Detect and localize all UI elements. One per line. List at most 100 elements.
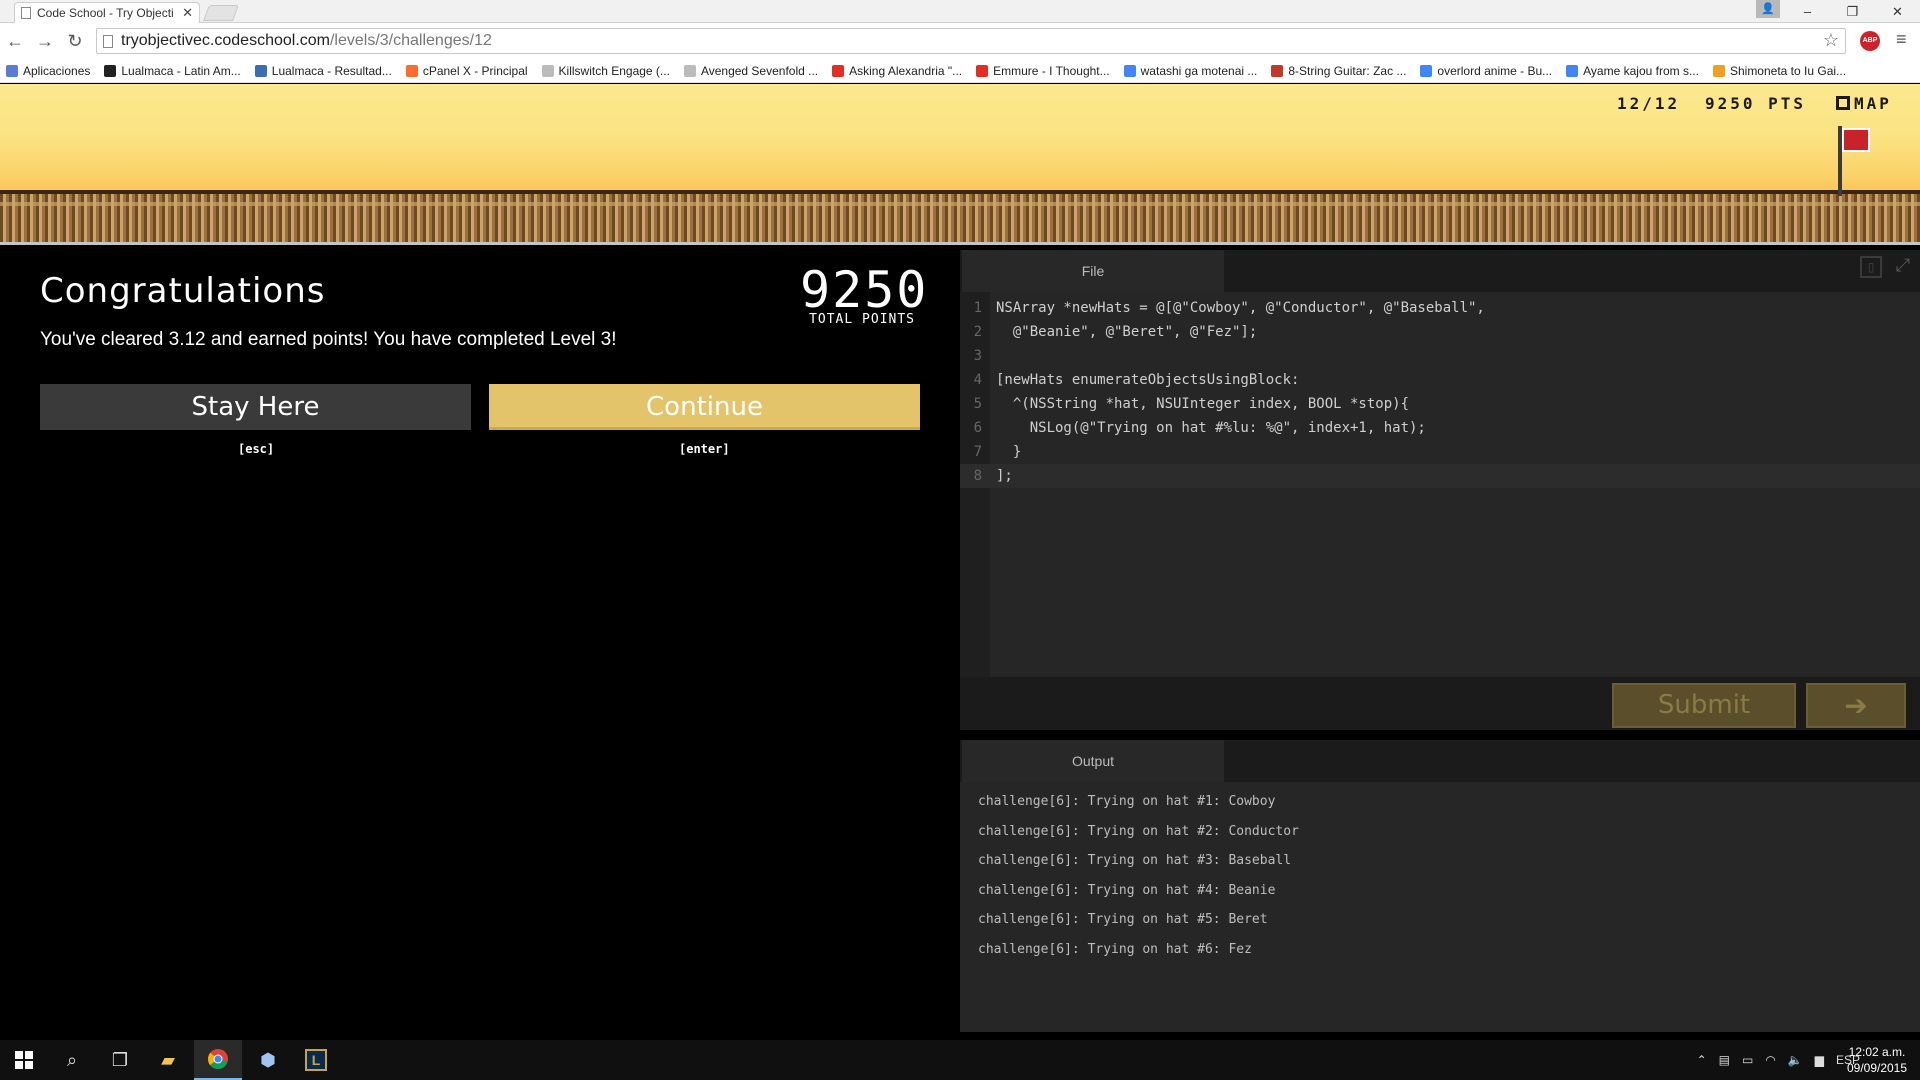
bookmark-item[interactable]: watashi ga motenai ... (1123, 64, 1257, 78)
bookmark-label: Ayame kajou from s... (1583, 63, 1699, 78)
notification-icon[interactable]: ▆ (1815, 1053, 1824, 1067)
bookmark-star-icon[interactable]: ☆ (1823, 30, 1839, 51)
result-panel: Congratulations You've cleared 3.12 and … (0, 245, 960, 1040)
clock-time: 12:02 a.m. (1848, 1045, 1906, 1059)
code-line[interactable]: 5 ^(NSString *hat, NSUInteger index, BOO… (960, 392, 1920, 416)
address-bar[interactable]: tryobjectivec.codeschool.com/levels/3/ch… (96, 28, 1846, 54)
volume-icon[interactable]: 🔈 (1788, 1053, 1803, 1067)
code-text: } (996, 444, 1022, 460)
url-path: /levels/3/challenges/12 (329, 32, 492, 49)
chrome-logo-icon (208, 1049, 228, 1069)
bookmark-label: Lualmaca - Resultad... (271, 63, 392, 78)
bookmark-item[interactable]: Avenged Sevenfold ... (683, 63, 819, 78)
browser-tab-strip: Code School - Try Objecti ✕ 👤 – ❐ ✕ (0, 0, 1920, 23)
bookmark-item[interactable]: Lualmaca - Latin Am... (104, 63, 241, 78)
bookmark-item[interactable]: Shimoneta to Iu Gai... (1712, 64, 1846, 78)
restore-button[interactable]: ❐ (1830, 4, 1875, 20)
bookmark-favicon-icon (976, 64, 989, 77)
clock[interactable]: 12:02 a.m. 09/09/2015 (1842, 1044, 1912, 1076)
continue-button[interactable]: Continue (489, 384, 920, 430)
bookmark-item[interactable]: Asking Alexandria "... (832, 64, 962, 78)
menu-icon[interactable]: ≡ (1896, 29, 1907, 50)
bookmark-item[interactable]: overlord anime - Bu... (1420, 64, 1552, 78)
start-button[interactable] (0, 1040, 48, 1080)
bookmark-favicon-icon (6, 64, 18, 77)
bookmark-label: Lualmaca - Latin Am... (121, 63, 241, 78)
submit-button[interactable]: Submit (1612, 683, 1796, 728)
search-icon[interactable]: ⌕ (48, 1040, 96, 1080)
code-text: [newHats enumerateObjectsUsingBlock: (996, 372, 1300, 388)
panel-toggle-icon[interactable]: ▯ (1860, 256, 1882, 278)
map-label: MAP (1854, 94, 1892, 113)
adblock-icon[interactable]: ABP (1860, 31, 1880, 51)
bookmark-label: Emmure - I Thought... (993, 63, 1110, 78)
bookmark-favicon-icon (104, 64, 117, 77)
bookmark-item[interactable]: Emmure - I Thought... (976, 64, 1110, 78)
line-number: 3 (973, 348, 982, 364)
league-launcher-icon[interactable]: L (292, 1040, 340, 1080)
battery-icon[interactable]: ▭ (1742, 1053, 1753, 1067)
user-profile-icon[interactable]: 👤 (1756, 0, 1780, 18)
bookmark-item[interactable]: Aplicaciones (6, 64, 90, 78)
wifi-icon[interactable]: ◠ (1765, 1053, 1775, 1067)
browser-toolbar: ← → ↻ tryobjectivec.codeschool.com/level… (0, 23, 1920, 59)
code-area[interactable]: 1 NSArray *newHats = @[@"Cowboy", @"Condu… (960, 292, 1920, 677)
bookmark-item[interactable]: Ayame kajou from s... (1566, 64, 1699, 78)
next-arrow-button[interactable]: ➔ (1806, 683, 1906, 728)
bookmark-item[interactable]: cPanel X - Principal (405, 64, 528, 78)
stay-here-button[interactable]: Stay Here (40, 384, 471, 430)
window-controls: – ❐ ✕ (1785, 0, 1920, 23)
page-icon (21, 7, 31, 19)
new-tab-button[interactable] (203, 5, 239, 21)
close-button[interactable]: ✕ (1875, 4, 1920, 20)
code-line[interactable]: 2 @"Beanie", @"Beret", @"Fez"]; (960, 320, 1920, 344)
congrats-message: You've cleared 3.12 and earned points! Y… (40, 329, 617, 350)
bookmark-item[interactable]: Lualmaca - Resultad... (254, 63, 392, 78)
app-cube-icon[interactable]: ⬢ (244, 1040, 292, 1080)
bookmark-item[interactable]: Killswitch Engage (... (541, 64, 670, 78)
code-text: NSLog(@"Trying on hat #%lu: %@", index+1… (996, 420, 1426, 436)
flag-icon (1842, 128, 1870, 152)
page-icon (103, 34, 113, 48)
ground-decoration (0, 190, 1920, 242)
map-link[interactable]: MAP (1836, 94, 1892, 113)
code-line[interactable]: 8]; (960, 464, 1920, 488)
submit-row: Submit ➔ (960, 677, 1920, 730)
back-icon[interactable]: ← (0, 31, 30, 52)
bookmark-item[interactable]: 8-String Guitar: Zac ... (1271, 64, 1406, 78)
tab-close-icon[interactable]: ✕ (182, 5, 193, 21)
reload-icon[interactable]: ↻ (60, 31, 90, 52)
minimize-button[interactable]: – (1785, 4, 1830, 19)
challenge-progress: 12/12 (1617, 94, 1681, 113)
code-line[interactable]: 1 NSArray *newHats = @[@"Cowboy", @"Condu… (960, 296, 1920, 320)
bookmark-favicon-icon (683, 64, 696, 77)
total-points-value: 9250 (800, 261, 929, 319)
congrats-title: Congratulations (40, 271, 326, 311)
network-icon[interactable]: ▤ (1719, 1053, 1730, 1067)
code-line[interactable]: 7 } (960, 440, 1920, 464)
task-view-icon[interactable]: ❐ (96, 1040, 144, 1080)
game-header: 12/12 9250 PTS MAP (0, 84, 1920, 242)
tab-file[interactable]: File (962, 250, 1224, 292)
code-line[interactable]: 4 [newHats enumerateObjectsUsingBlock: (960, 368, 1920, 392)
line-number: 6 (973, 420, 982, 436)
browser-tab[interactable]: Code School - Try Objecti ✕ (14, 2, 200, 23)
stay-hint: [esc] (238, 442, 275, 456)
code-text: @"Beanie", @"Beret", @"Fez"]; (996, 324, 1258, 340)
chrome-icon[interactable] (194, 1040, 242, 1080)
code-line[interactable]: 3 (960, 344, 1920, 368)
map-icon (1836, 96, 1850, 110)
bookmark-favicon-icon (832, 64, 845, 77)
file-explorer-icon[interactable]: ▰ (144, 1040, 192, 1080)
forward-icon[interactable]: → (30, 31, 60, 52)
line-number: 2 (973, 324, 982, 340)
bookmark-favicon-icon (254, 64, 267, 77)
output-line: challenge[6]: Trying on hat #1: Cowboy (978, 794, 1276, 809)
tab-output[interactable]: Output (962, 740, 1224, 782)
bookmark-label: Avenged Sevenfold ... (700, 63, 819, 78)
chevron-up-icon[interactable]: ⌃ (1697, 1053, 1707, 1067)
fullscreen-icon[interactable]: ⤢ (1892, 256, 1914, 278)
code-line[interactable]: 6 NSLog(@"Trying on hat #%lu: %@", index… (960, 416, 1920, 440)
bookmark-label: Asking Alexandria "... (849, 63, 963, 78)
bookmark-label: Aplicaciones (23, 63, 91, 78)
